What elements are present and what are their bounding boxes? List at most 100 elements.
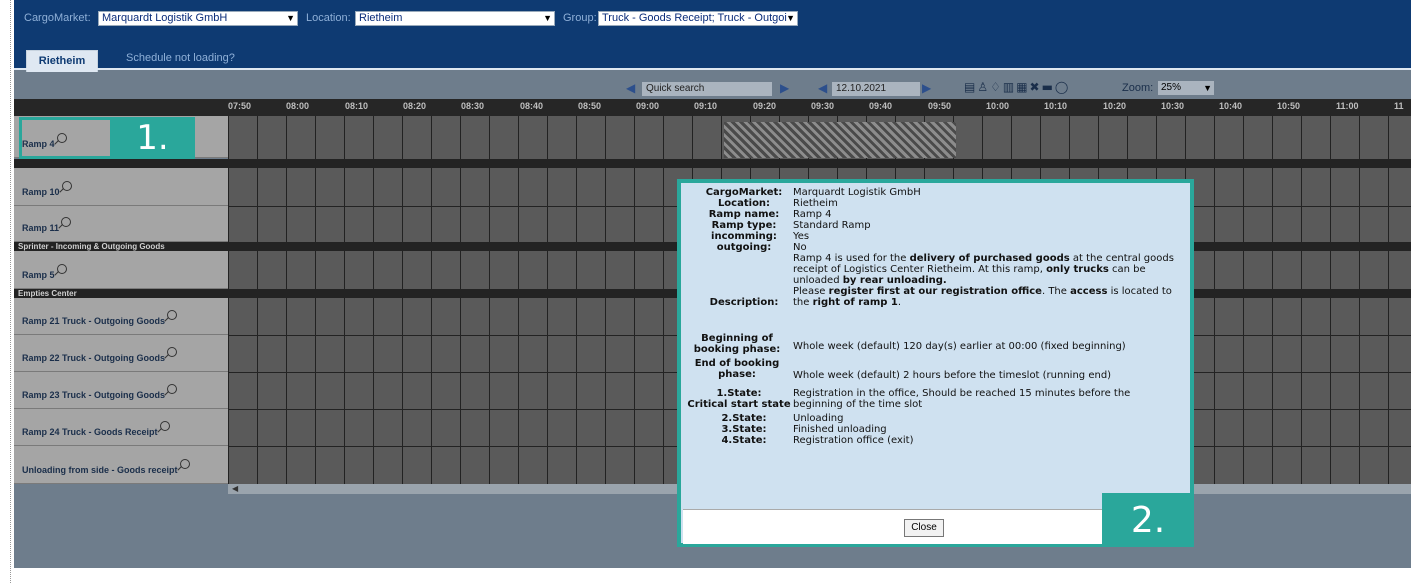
- left-border: [10, 0, 11, 583]
- next-search-icon[interactable]: ▶: [780, 81, 789, 95]
- popup-key: incomming:: [711, 231, 777, 242]
- chevron-down-icon: ▼: [543, 13, 552, 23]
- magnifier-icon[interactable]: [167, 384, 178, 394]
- toolbar-tools-icon[interactable]: ▤♙♢▥▦✖▬◯: [964, 80, 1070, 94]
- next-day-icon[interactable]: ▶: [922, 81, 931, 95]
- time-label: 09:50: [928, 101, 952, 111]
- callout-1-badge: 1.: [110, 117, 195, 159]
- row-ramp-10[interactable]: Ramp 10: [14, 168, 228, 206]
- desc-part: . The: [1041, 286, 1071, 297]
- row-ramp-5[interactable]: Ramp 5: [14, 251, 228, 289]
- row-ramp-24[interactable]: Ramp 24 Truck - Goods Receipt: [14, 409, 228, 446]
- popup-value: Finished unloading: [793, 424, 887, 435]
- popup-key: 4.State:: [721, 435, 767, 446]
- time-label: 10:10: [1044, 101, 1068, 111]
- group-label: Group:: [563, 12, 597, 24]
- prev-search-icon[interactable]: ◀: [626, 81, 635, 95]
- chevron-down-icon: ▼: [286, 13, 295, 23]
- desc-bold: access: [1070, 286, 1108, 297]
- magnifier-icon[interactable]: [56, 264, 67, 274]
- row-label: Ramp 11: [22, 223, 60, 233]
- time-label: 11:00: [1336, 101, 1359, 111]
- popup-key: CargoMarket:: [705, 187, 783, 198]
- time-label: 09:20: [753, 101, 777, 111]
- popup-key: End of booking phase:: [694, 358, 780, 380]
- state1-key: 1.State:: [716, 388, 762, 399]
- popup-key: Location:: [717, 198, 771, 209]
- row-label: Ramp 21 Truck - Outgoing Goods: [22, 316, 166, 326]
- time-header: 07:50 08:00 08:10 08:20 08:30 08:40 08:50 09:00…: [14, 99, 1411, 116]
- popup-value: Marquardt Logistik GmbH: [793, 187, 921, 198]
- row-label: Ramp 22 Truck - Outgoing Goods: [22, 353, 166, 363]
- ramp-info-content: CargoMarket: Marquardt Logistik GmbH Loca…: [687, 187, 1184, 507]
- time-label: 10:40: [1219, 101, 1243, 111]
- state1-key-2: Critical start state: [687, 399, 791, 410]
- tab-baseline: [14, 68, 1411, 70]
- chevron-down-icon: ▼: [1203, 83, 1212, 93]
- popup-value: Rietheim: [793, 198, 838, 209]
- popup-value: Registration office (exit): [793, 435, 914, 446]
- magnifier-icon[interactable]: [61, 217, 72, 227]
- close-button[interactable]: Close: [904, 519, 944, 537]
- row-ramp-11[interactable]: Ramp 11: [14, 206, 228, 242]
- desc-part: Please: [793, 286, 829, 297]
- time-label: 10:20: [1103, 101, 1127, 111]
- location-select[interactable]: Rietheim ▼: [355, 11, 555, 26]
- desc-bold: right of ramp 1: [812, 297, 898, 308]
- toolbar: ◀ Quick search ▶ ◀ 12.10.2021 ▶ ▤♙♢▥▦✖▬◯…: [14, 78, 1411, 98]
- blocked-timeslot: [724, 122, 956, 158]
- popup-key: Description:: [709, 297, 779, 308]
- popup-value: No: [793, 242, 807, 253]
- desc-part: .: [897, 297, 902, 308]
- magnifier-icon[interactable]: [179, 459, 190, 469]
- popup-value: Whole week (default) 120 day(s) earlier …: [793, 341, 1126, 352]
- desc-bold: only trucks: [1046, 264, 1109, 275]
- callout-2-badge: 2.: [1102, 493, 1194, 547]
- group-select[interactable]: Truck - Goods Receipt; Truck - Outgoi ▼: [598, 11, 798, 26]
- row-label: Ramp 24 Truck - Goods Receipt: [22, 427, 158, 437]
- description-text: Ramp 4 is used for the delivery of purch…: [793, 253, 1185, 308]
- cargomarket-value: Marquardt Logistik GmbH: [102, 12, 228, 24]
- chevron-down-icon: ▼: [786, 13, 795, 23]
- time-label: 09:10: [694, 101, 718, 111]
- popup-key: 3.State:: [721, 424, 767, 435]
- magnifier-icon[interactable]: [167, 310, 178, 320]
- row-ramp-23[interactable]: Ramp 23 Truck - Outgoing Goods: [14, 372, 228, 409]
- popup-value: Yes: [793, 231, 810, 242]
- zoom-select[interactable]: 25% ▼: [1158, 81, 1214, 95]
- scroll-left-icon[interactable]: ◀: [232, 484, 238, 493]
- cargomarket-label: CargoMarket:: [24, 12, 91, 24]
- row-unloading-side[interactable]: Unloading from side - Goods receipt: [14, 446, 228, 484]
- row-label: Unloading from side - Goods receipt: [22, 465, 178, 475]
- quick-search-input[interactable]: Quick search: [642, 82, 772, 96]
- schedule-not-loading-link[interactable]: Schedule not loading?: [126, 52, 235, 64]
- row-ramp-21[interactable]: Ramp 21 Truck - Outgoing Goods: [14, 298, 228, 335]
- popup-key: Beginning of booking phase:: [693, 333, 781, 355]
- time-label: 10:50: [1277, 101, 1301, 111]
- prev-day-icon[interactable]: ◀: [818, 81, 827, 95]
- zoom-label: Zoom:: [1122, 82, 1154, 94]
- cargomarket-select[interactable]: Marquardt Logistik GmbH ▼: [98, 11, 298, 26]
- magnifier-icon[interactable]: [167, 347, 178, 357]
- time-label: 08:50: [578, 101, 602, 111]
- desc-part: Ramp 4 is used for the: [793, 253, 910, 264]
- popup-value: Unloading: [793, 413, 844, 424]
- popup-key: 1.State: Critical start state: [687, 388, 791, 410]
- popup-value: Registration in the office, Should be re…: [793, 388, 1131, 410]
- popup-value: Ramp 4: [793, 209, 832, 220]
- group-value: Truck - Goods Receipt; Truck - Outgoi: [602, 12, 787, 24]
- time-label: 09:30: [811, 101, 835, 111]
- date-input[interactable]: 12.10.2021: [832, 82, 920, 96]
- time-label: 08:00: [286, 101, 310, 111]
- popup-key: 2.State:: [721, 413, 767, 424]
- magnifier-icon[interactable]: [61, 181, 72, 191]
- row-ramp-22[interactable]: Ramp 22 Truck - Outgoing Goods: [14, 335, 228, 372]
- magnifier-icon[interactable]: [159, 421, 170, 431]
- time-label: 08:30: [461, 101, 485, 111]
- time-label: 07:50: [228, 101, 252, 111]
- row-label: Ramp 5: [22, 270, 55, 280]
- row-label: Ramp 23 Truck - Outgoing Goods: [22, 390, 166, 400]
- time-label: 09:40: [869, 101, 893, 111]
- popup-key: Ramp type:: [711, 220, 777, 231]
- popup-value: Whole week (default) 2 hours before the …: [793, 370, 1112, 381]
